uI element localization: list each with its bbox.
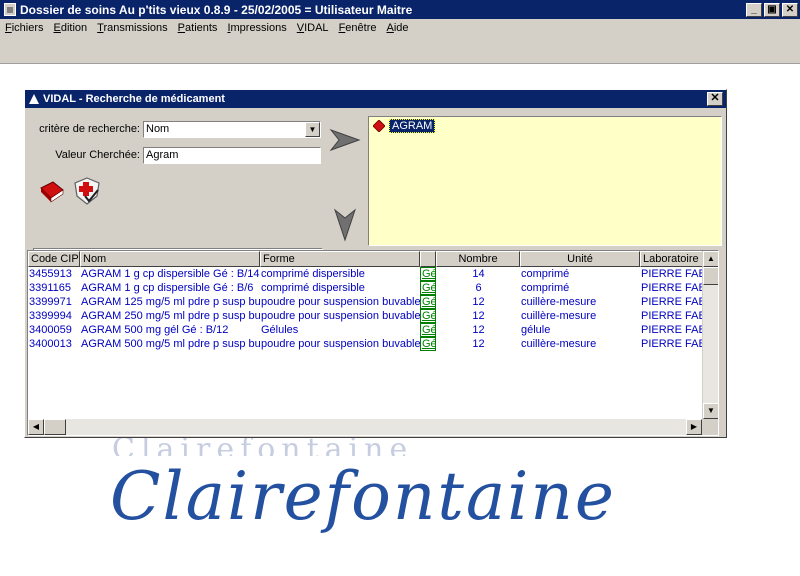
dialog-close-button[interactable]: ✕: [707, 92, 723, 106]
menu-aide[interactable]: Aide: [382, 22, 414, 34]
cell-nombre: 12: [472, 338, 485, 350]
menu-edition[interactable]: Edition: [49, 22, 93, 34]
menu-fichiers[interactable]: Fichiers: [0, 22, 49, 34]
cell-code-cip: 3400059: [29, 324, 72, 336]
menu-impressions[interactable]: Impressions: [222, 22, 291, 34]
medication-grid: Code CIP Nom Forme Nombre Unité Laborato…: [27, 250, 719, 436]
grid-body: 3455913 AGRAM 1 g cp dispersible Gé : B/…: [28, 267, 718, 351]
col-header-generic[interactable]: [420, 251, 436, 267]
menu-vidal[interactable]: VIDAL: [292, 22, 334, 34]
generic-link[interactable]: Gé: [420, 309, 436, 323]
cell-forme: poudre pour suspension buvable: [261, 310, 420, 322]
table-row[interactable]: 3399994 AGRAM 250 mg/5 ml pdre p susp bu…: [28, 309, 718, 323]
cell-nombre: 14: [472, 268, 485, 280]
search-value-label: Valeur Cherchée:: [55, 149, 140, 161]
cell-nom: AGRAM 125 mg/5 ml pdre p susp buv: [81, 296, 260, 308]
book-icon[interactable]: [39, 180, 65, 204]
cell-code-cip: 3400013: [29, 338, 72, 350]
vertical-scrollbar[interactable]: ▲ ▼: [702, 251, 718, 419]
scroll-corner: [702, 419, 718, 435]
cell-unite: comprimé: [521, 268, 570, 280]
vidal-search-dialog: VIDAL - Recherche de médicament ✕ critèr…: [24, 89, 727, 438]
result-item-label[interactable]: AGRAM: [389, 119, 436, 133]
cell-nom: AGRAM 250 mg/5 ml pdre p susp buv: [81, 310, 260, 322]
search-form: critère de recherche: Nom ▼ Valeur Cherc…: [27, 112, 367, 260]
cell-nom: AGRAM 500 mg gél Gé : B/12: [81, 324, 229, 336]
vertical-scroll-thumb[interactable]: [703, 267, 718, 285]
cell-nom: AGRAM 1 g cp dispersible Gé : B/14: [81, 268, 260, 280]
toolbar-area: [0, 37, 800, 64]
chevron-down-icon[interactable]: ▼: [305, 122, 320, 137]
col-header-forme[interactable]: Forme: [260, 251, 420, 267]
cell-forme: comprimé dispersible: [261, 282, 365, 294]
dialog-title-bar: VIDAL - Recherche de médicament ✕: [25, 90, 726, 108]
col-header-nombre[interactable]: Nombre: [436, 251, 520, 267]
cell-unite: cuillère-mesure: [521, 338, 597, 350]
cell-nombre: 6: [475, 282, 482, 294]
cell-code-cip: 3399971: [29, 296, 72, 308]
result-tree[interactable]: AGRAM: [368, 116, 722, 246]
table-row[interactable]: 3455913 AGRAM 1 g cp dispersible Gé : B/…: [28, 267, 718, 281]
cell-forme: comprimé dispersible: [261, 268, 365, 280]
horizontal-scrollbar[interactable]: ◀ ▶: [28, 419, 702, 435]
cell-nom: AGRAM 1 g cp dispersible Gé : B/6: [81, 282, 254, 294]
cell-unite: gélule: [521, 324, 551, 336]
criteria-value: Nom: [146, 123, 170, 135]
menu-transmissions[interactable]: Transmissions: [92, 22, 173, 34]
cell-unite: cuillère-mesure: [521, 296, 597, 308]
cell-forme: poudre pour suspension buvable: [261, 296, 420, 308]
horizontal-scroll-thumb[interactable]: [44, 419, 66, 435]
cell-unite: comprimé: [521, 282, 570, 294]
cell-code-cip: 3399994: [29, 310, 72, 322]
shield-check-icon[interactable]: [73, 176, 101, 206]
criteria-label: critère de recherche:: [39, 123, 140, 135]
search-input[interactable]: Agram: [143, 147, 321, 164]
menu-fenetre[interactable]: Fenêtre: [334, 22, 382, 34]
col-header-unite[interactable]: Unité: [520, 251, 640, 267]
cell-code-cip: 3391165: [29, 282, 72, 294]
app-icon: [4, 3, 16, 16]
arrow-right-icon[interactable]: [329, 128, 361, 152]
dialog-title: VIDAL - Recherche de médicament: [43, 93, 225, 105]
result-tree-item[interactable]: AGRAM: [373, 119, 436, 133]
generic-link[interactable]: Gé: [420, 337, 436, 351]
menu-patients[interactable]: Patients: [173, 22, 223, 34]
cell-nombre: 12: [472, 310, 485, 322]
cell-nombre: 12: [472, 296, 485, 308]
generic-link[interactable]: Gé: [420, 281, 436, 295]
scroll-right-icon[interactable]: ▶: [686, 419, 702, 435]
cell-forme: poudre pour suspension buvable: [261, 338, 420, 350]
background-logo: Clairefontaine: [110, 458, 616, 535]
table-row[interactable]: 3399971 AGRAM 125 mg/5 ml pdre p susp bu…: [28, 295, 718, 309]
scroll-up-icon[interactable]: ▲: [703, 251, 718, 267]
triangle-icon: [29, 94, 39, 104]
cell-unite: cuillère-mesure: [521, 310, 597, 322]
minimize-button[interactable]: _: [746, 2, 762, 17]
cell-forme: Gélules: [261, 324, 299, 336]
grid-header: Code CIP Nom Forme Nombre Unité Laborato…: [28, 251, 718, 267]
cell-code-cip: 3455913: [29, 268, 72, 280]
restore-button[interactable]: ▣: [764, 2, 780, 17]
col-header-code-cip[interactable]: Code CIP: [28, 251, 80, 267]
col-header-nom[interactable]: Nom: [80, 251, 260, 267]
table-row[interactable]: 3391165 AGRAM 1 g cp dispersible Gé : B/…: [28, 281, 718, 295]
generic-link[interactable]: Gé: [420, 323, 436, 337]
app-title: Dossier de soins Au p'tits vieux 0.8.9 -…: [20, 2, 413, 17]
cell-nom: AGRAM 500 mg/5 ml pdre p susp buv: [81, 338, 260, 350]
menu-bar: Fichiers Edition Transmissions Patients …: [0, 19, 800, 37]
generic-link[interactable]: Gé: [420, 295, 436, 309]
scroll-down-icon[interactable]: ▼: [703, 403, 718, 419]
close-button[interactable]: ✕: [782, 2, 798, 17]
generic-link[interactable]: Gé: [420, 267, 436, 281]
table-row[interactable]: 3400059 AGRAM 500 mg gél Gé : B/12 Gélul…: [28, 323, 718, 337]
cell-nombre: 12: [472, 324, 485, 336]
scroll-left-icon[interactable]: ◀: [28, 419, 44, 435]
diamond-book-icon: [373, 120, 385, 132]
arrow-down-icon[interactable]: [333, 208, 357, 242]
criteria-select[interactable]: Nom ▼: [143, 121, 321, 138]
app-title-bar: Dossier de soins Au p'tits vieux 0.8.9 -…: [0, 0, 800, 19]
table-row[interactable]: 3400013 AGRAM 500 mg/5 ml pdre p susp bu…: [28, 337, 718, 351]
